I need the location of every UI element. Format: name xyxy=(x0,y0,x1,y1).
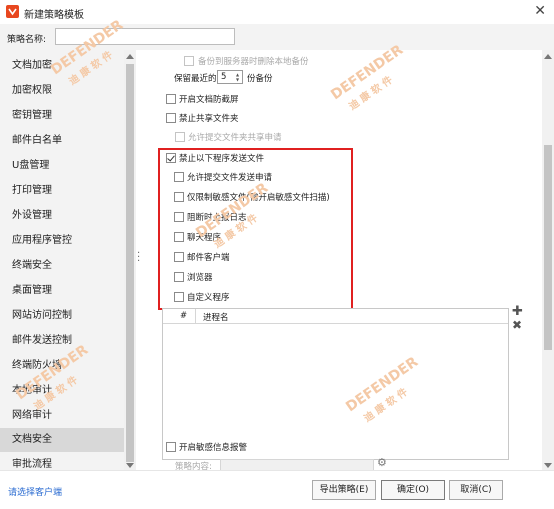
sidebar-item-doc-encrypt[interactable]: 文档加密 xyxy=(0,54,124,78)
sensitive-alert-label: 开启敏感信息报警 xyxy=(179,443,248,453)
content-scroll-thumb[interactable] xyxy=(544,145,552,350)
delete-icon[interactable]: ✖ xyxy=(512,318,522,332)
sidebar-item-encrypt-permission[interactable]: 加密权限 xyxy=(0,79,124,103)
sidebar-item-endpoint-security[interactable]: 终端安全 xyxy=(0,254,124,278)
report-log-checkbox[interactable] xyxy=(174,212,184,222)
process-table[interactable]: # 进程名 xyxy=(162,308,509,460)
sidebar-item-endpoint-firewall[interactable]: 终端防火墙 xyxy=(0,354,124,378)
scroll-up-arrow-icon[interactable] xyxy=(544,54,552,59)
scroll-up-arrow-icon[interactable] xyxy=(126,54,134,59)
backup-count-stepper[interactable]: 5 ▲ ▼ xyxy=(217,70,243,84)
scroll-down-arrow-icon[interactable] xyxy=(544,463,552,468)
window-title: 新建策略模板 xyxy=(24,10,84,21)
sidebar-item-print-management[interactable]: 打印管理 xyxy=(0,179,124,203)
sidebar: 文档加密 加密权限 密钥管理 邮件白名单 U盘管理 打印管理 外设管理 应用程序… xyxy=(0,50,124,470)
policy-name-row: 策略名称: xyxy=(0,24,554,51)
sidebar-item-doc-security[interactable]: 文档安全 xyxy=(0,428,124,452)
sidebar-item-local-audit[interactable]: 本地审计 xyxy=(0,379,124,403)
stepper-arrows-icon[interactable]: ▲ ▼ xyxy=(236,72,241,82)
scroll-down-arrow-icon[interactable] xyxy=(126,463,134,468)
mail-client-label: 邮件客户端 xyxy=(187,253,230,263)
policy-name-label: 策略名称: xyxy=(7,35,47,45)
sidebar-item-usb-management[interactable]: U盘管理 xyxy=(0,154,124,178)
sensitive-only-checkbox[interactable] xyxy=(174,192,184,202)
allow-send-request-label: 允许提交文件发送申请 xyxy=(187,173,273,183)
keep-recent-prefix: 保留最近的 xyxy=(174,74,217,84)
sidebar-item-app-control[interactable]: 应用程序管控 xyxy=(0,229,124,253)
sidebar-item-peripheral-management[interactable]: 外设管理 xyxy=(0,204,124,228)
sensitive-only-label: 仅限制敏感文件(需开启敏感文件扫描) xyxy=(187,193,330,203)
backup-delete-checkbox[interactable] xyxy=(184,56,194,66)
block-shared-folder-label: 禁止共享文件夹 xyxy=(179,114,239,124)
process-table-header: # 进程名 xyxy=(163,309,508,324)
close-icon[interactable]: ✕ xyxy=(534,3,546,19)
anti-screenshot-checkbox[interactable] xyxy=(166,94,176,104)
export-policy-button[interactable]: 导出策略(E) xyxy=(312,480,376,500)
allow-send-request-checkbox[interactable] xyxy=(174,172,184,182)
browser-checkbox[interactable] xyxy=(174,272,184,282)
anti-screenshot-label: 开启文档防截屏 xyxy=(179,95,239,105)
chat-program-label: 聊天程序 xyxy=(187,233,222,243)
column-index: # xyxy=(180,311,188,321)
backup-delete-label: 备份到服务器时删除本地备份 xyxy=(198,57,309,67)
app-logo-icon xyxy=(6,5,19,18)
keep-recent-suffix: 份备份 xyxy=(247,74,273,84)
sensitive-alert-checkbox[interactable] xyxy=(166,442,176,452)
select-client-link[interactable]: 请选择客户端 xyxy=(8,485,62,498)
sidebar-item-key-management[interactable]: 密钥管理 xyxy=(0,104,124,128)
mail-client-checkbox[interactable] xyxy=(174,252,184,262)
sidebar-item-web-access-control[interactable]: 网站访问控制 xyxy=(0,304,124,328)
custom-program-label: 自定义程序 xyxy=(187,293,230,303)
sidebar-item-mail-whitelist[interactable]: 邮件白名单 xyxy=(0,129,124,153)
ok-button[interactable]: 确定(O) xyxy=(381,480,445,500)
block-programs-label: 禁止以下程序发送文件 xyxy=(179,154,265,164)
title-bar: 新建策略模板 ✕ xyxy=(0,0,554,25)
browser-label: 浏览器 xyxy=(187,273,213,283)
cancel-button[interactable]: 取消(C) xyxy=(449,480,503,500)
custom-program-checkbox[interactable] xyxy=(174,292,184,302)
column-process-name: 进程名 xyxy=(203,313,229,323)
report-log-label: 阻断时上报日志 xyxy=(187,213,247,223)
block-programs-checkbox[interactable] xyxy=(166,153,176,163)
footer-bar: 请选择客户端 导出策略(E) 确定(O) 取消(C) xyxy=(0,470,554,509)
block-shared-folder-checkbox[interactable] xyxy=(166,113,176,123)
sidebar-item-desktop-management[interactable]: 桌面管理 xyxy=(0,279,124,303)
allow-shared-request-label: 允许提交文件夹共享申请 xyxy=(188,133,282,143)
chat-program-checkbox[interactable] xyxy=(174,232,184,242)
sidebar-scroll-thumb[interactable] xyxy=(126,64,134,462)
policy-name-input[interactable] xyxy=(55,28,235,45)
gear-icon[interactable]: ⚙ xyxy=(377,456,387,469)
sidebar-item-mail-send-control[interactable]: 邮件发送控制 xyxy=(0,329,124,353)
sidebar-item-approval-flow[interactable]: 审批流程 xyxy=(0,453,124,470)
sidebar-item-network-audit[interactable]: 网络审计 xyxy=(0,404,124,428)
backup-count-value: 5 xyxy=(221,72,227,82)
sidebar-scrollbar[interactable] xyxy=(124,50,136,470)
add-icon[interactable]: ✚ xyxy=(512,304,523,319)
allow-shared-request-checkbox[interactable] xyxy=(175,132,185,142)
content-scrollbar[interactable] xyxy=(542,50,554,470)
column-divider xyxy=(195,309,196,323)
settings-panel: 备份到服务器时删除本地备份 保留最近的 5 ▲ ▼ 份备份 开启文档防截屏 禁止共… xyxy=(148,50,542,473)
splitter-grip-icon[interactable]: · · · xyxy=(137,249,140,267)
